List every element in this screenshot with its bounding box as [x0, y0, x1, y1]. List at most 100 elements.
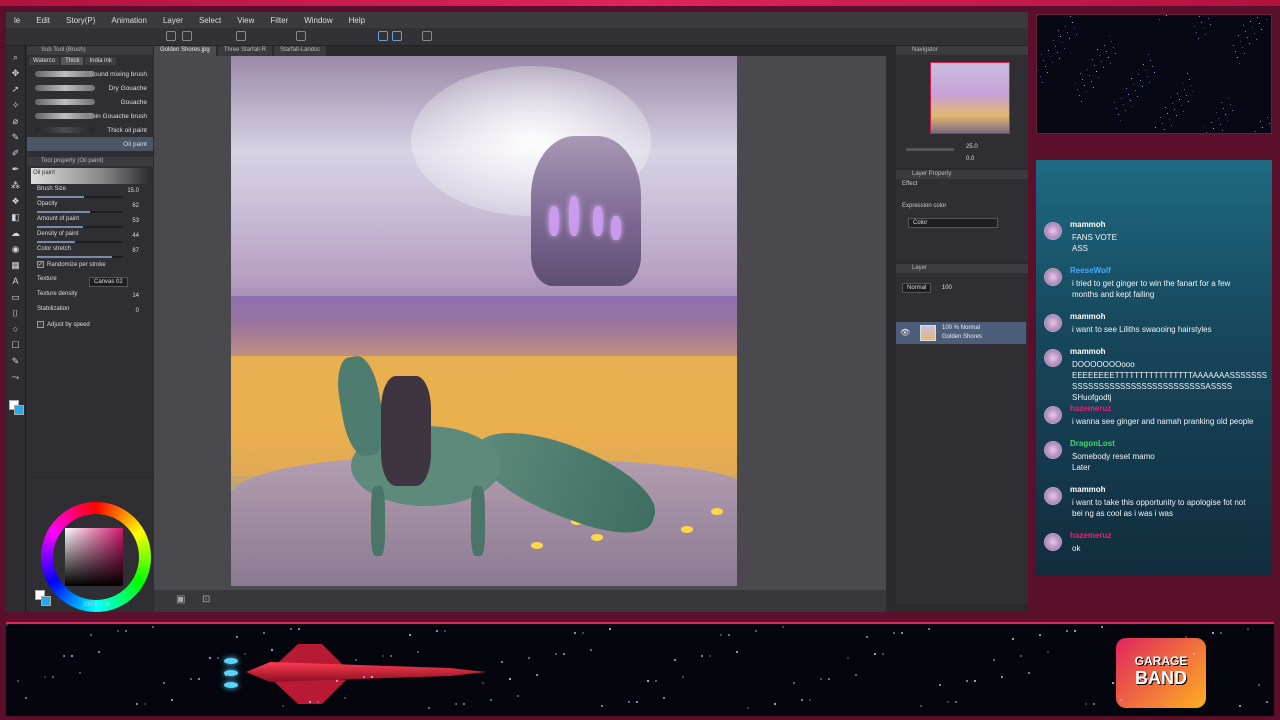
figure-icon[interactable]: ○	[10, 324, 21, 335]
star	[893, 632, 895, 634]
property-value[interactable]: 53	[132, 218, 139, 224]
menu-item-file[interactable]: le	[6, 16, 28, 25]
texture-row[interactable]: Texture Canvas 02	[27, 276, 153, 291]
stabilization-row[interactable]: Stabilization 0	[27, 306, 153, 321]
eye-icon[interactable]: 👁	[900, 328, 910, 337]
layer-row-golden-shores[interactable]: 👁 100 % Normal Golden Shores	[896, 322, 1026, 344]
subtool-tab-thick[interactable]: Thick	[61, 57, 84, 65]
ruler-snap-icon[interactable]	[392, 31, 402, 41]
star	[344, 697, 346, 699]
brush-preset-preview[interactable]: Oil paint	[31, 168, 149, 184]
menu-item-animation[interactable]: Animation	[103, 16, 155, 25]
star	[647, 680, 649, 682]
layer-panel: Layer Normal 100 👁 100 % Normal Golden S…	[896, 264, 1028, 604]
star	[1181, 105, 1182, 106]
adjust-speed-row[interactable]: Adjust by speed	[27, 321, 153, 336]
zoom-tool-icon[interactable]: ⌕	[10, 52, 21, 63]
line-fix-icon[interactable]: ✎	[10, 356, 21, 367]
property-value[interactable]: 62	[132, 203, 139, 209]
property-value[interactable]: 87	[132, 248, 139, 254]
menu-item-layer[interactable]: Layer	[155, 16, 191, 25]
redo-icon[interactable]	[182, 31, 192, 41]
randomize-row[interactable]: ✓ Randomize per stroke	[27, 261, 153, 276]
auto-select-icon[interactable]: ✧	[10, 100, 21, 111]
checkbox-icon[interactable]: ✓	[37, 261, 44, 268]
brush-tool-icon[interactable]: ✒	[10, 164, 21, 175]
property-row[interactable]: Color stretch 87	[27, 246, 153, 261]
menu-item-help[interactable]: Help	[341, 16, 373, 25]
tab-golden-shores[interactable]: Golden Shores.jpg	[154, 46, 216, 56]
brush-round-mixing[interactable]: Round mixing brush	[27, 67, 153, 81]
star	[1266, 19, 1267, 20]
texture-density-row[interactable]: Texture density 14	[27, 291, 153, 306]
star	[1152, 66, 1153, 67]
property-slider[interactable]	[37, 256, 123, 258]
property-row[interactable]: Amount of paint 53	[27, 216, 153, 231]
texture-density-value[interactable]: 14	[132, 293, 139, 299]
move-tool-icon[interactable]: ✥	[10, 68, 21, 79]
property-slider[interactable]	[37, 196, 123, 198]
text-tool-icon[interactable]: A	[10, 276, 21, 287]
property-row[interactable]: Brush Size 15.0	[27, 186, 153, 201]
gradient-icon[interactable]: ▦	[10, 260, 21, 271]
property-row[interactable]: Density of paint 44	[27, 231, 153, 246]
brush-gouache[interactable]: Gouache	[27, 95, 153, 109]
tab-starfall-landscape[interactable]: Starfall-Landsc	[274, 46, 327, 56]
operation-tool-icon[interactable]: ➚	[10, 84, 21, 95]
saturation-value-square[interactable]	[65, 528, 123, 586]
undo-icon[interactable]	[166, 31, 176, 41]
pencil-icon[interactable]: ✐	[10, 148, 21, 159]
snap-icon[interactable]	[378, 31, 388, 41]
eraser-icon[interactable]: ◧	[10, 212, 21, 223]
brush-thin-gouache[interactable]: Thin Gouache brush	[27, 109, 153, 123]
settings-icon[interactable]	[236, 31, 246, 41]
subtool-tab-watercolor[interactable]: Waterco	[29, 57, 60, 65]
menu-item-story[interactable]: Story(P)	[58, 16, 103, 25]
menu-item-filter[interactable]: Filter	[262, 16, 296, 25]
menu-item-view[interactable]: View	[229, 16, 262, 25]
zoom-slider[interactable]	[906, 148, 954, 151]
sub-color-swatch[interactable]	[41, 596, 51, 606]
frame-icon[interactable]: ▭	[10, 292, 21, 303]
blend-mode-select[interactable]: Normal	[902, 283, 932, 293]
grid-icon[interactable]	[422, 31, 432, 41]
decoration-icon[interactable]: ❖	[10, 196, 21, 207]
rotation-value[interactable]: 0.0	[966, 156, 974, 162]
subtool-tab-india-ink[interactable]: India ink	[85, 57, 116, 65]
stabilization-value[interactable]: 0	[136, 308, 139, 314]
layer-opacity[interactable]: 100	[942, 285, 952, 291]
pen-icon[interactable]: ✎	[10, 132, 21, 143]
zoom-value[interactable]: 25.0	[966, 144, 978, 150]
fit-view-icon[interactable]: ⊡	[202, 594, 210, 605]
property-value[interactable]: 44	[132, 233, 139, 239]
star	[1147, 76, 1148, 77]
star	[555, 653, 557, 655]
grid-view-icon[interactable]: ▣	[176, 594, 185, 605]
property-slider[interactable]	[37, 241, 123, 243]
property-slider[interactable]	[37, 226, 123, 228]
checkbox-icon[interactable]	[37, 321, 44, 328]
menu-item-window[interactable]: Window	[296, 16, 340, 25]
expression-color-select[interactable]: Color	[908, 218, 998, 228]
tab-three-starfall[interactable]: Three Starfall-R	[217, 46, 273, 56]
menu-item-select[interactable]: Select	[191, 16, 229, 25]
airbrush-icon[interactable]: ⁂	[10, 180, 21, 191]
sub-color-swatch[interactable]	[14, 405, 24, 415]
navigator-thumbnail[interactable]	[930, 62, 1010, 134]
artwork-golden-shores[interactable]	[231, 56, 737, 586]
blend-icon[interactable]: ☁	[10, 228, 21, 239]
ruler-icon[interactable]: ⌷	[10, 308, 21, 319]
property-slider[interactable]	[37, 211, 123, 213]
texture-select[interactable]: Canvas 02	[89, 277, 128, 287]
brush-oil-paint[interactable]: Oil paint	[27, 137, 153, 151]
fill-tool-icon[interactable]: ◉	[10, 244, 21, 255]
brush-dry-gouache[interactable]: Dry Gouache	[27, 81, 153, 95]
menu-item-edit[interactable]: Edit	[28, 16, 58, 25]
fill-icon[interactable]	[296, 31, 306, 41]
property-row[interactable]: Opacity 62	[27, 201, 153, 216]
balloon-icon[interactable]: ☐	[10, 340, 21, 351]
brush-thick-oil[interactable]: Thick oil paint	[27, 123, 153, 137]
correct-line-icon[interactable]: ⤳	[10, 372, 21, 383]
property-value[interactable]: 15.0	[127, 188, 139, 194]
eyedropper-icon[interactable]: ⌀	[10, 116, 21, 127]
